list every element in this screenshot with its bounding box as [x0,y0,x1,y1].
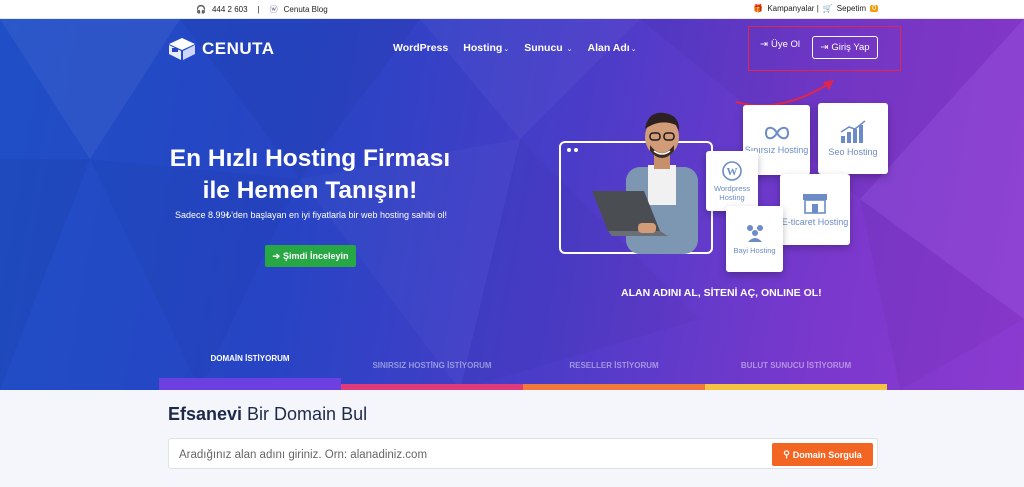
tab-label: DOMAİN İSTİYORUM [210,354,290,363]
tab-indicator [159,378,341,390]
phone-number[interactable]: 444 2 603 [212,5,248,14]
card-bayi-hosting[interactable]: Bayi Hosting [726,206,783,272]
headline-line-2: ile Hemen Tanışın! [202,177,418,204]
top-bar-left: 🎧 444 2 603 | ⓦ Cenuta Blog [196,4,328,15]
tab-indicator [705,384,887,390]
login-label: Giriş Yap [831,42,870,53]
product-tabs: DOMAİN İSTİYORUM SINIRSIZ HOSTİNG İSTİYO… [159,350,887,390]
wordpress-icon: ⓦ [269,5,278,14]
nav-item-hosting[interactable]: Hosting⌄ [463,42,509,54]
chart-growth-icon [840,119,866,143]
gift-icon: 🎁 [753,4,764,13]
nav-item-label: Alan Adı [587,42,630,54]
cta-label: Şimdi İnceleyin [283,251,349,261]
nav-item-label: Hosting [463,42,503,54]
domain-title-rest: Bir Domain Bul [242,404,368,424]
card-eticaret-hosting[interactable]: E-ticaret Hosting [780,174,850,245]
register-button[interactable]: ⇥ Üye Ol [760,39,800,50]
card-label: Bayi Hosting [733,246,776,255]
tab-label: RESELLER İSTİYORUM [569,361,659,370]
domain-title-bold: Efsanevi [168,404,243,424]
search-icon: ⚲ [783,449,790,459]
domain-search-label: Domain Sorgula [792,449,862,460]
campaigns-link[interactable]: Kampanyalar | [767,4,818,13]
hero-section: CENUTA WordPress Hosting⌄ Sunucu ⌄ Alan … [0,19,1024,390]
card-seo-hosting[interactable]: Seo Hosting [818,103,888,174]
tab-bulut-sunucu[interactable]: BULUT SUNUCU İSTİYORUM [705,350,887,390]
tab-reseller[interactable]: RESELLER İSTİYORUM [523,350,705,390]
cart-icon: 🛒 [822,4,833,13]
top-bar: 🎧 444 2 603 | ⓦ Cenuta Blog 🎁 Kampanyala… [0,0,1024,19]
tab-domain[interactable]: DOMAİN İSTİYORUM [159,350,341,390]
nav-item-alan-adi[interactable]: Alan Adı⌄ [588,42,637,54]
card-wordpress-hosting[interactable]: W Wordpress Hosting [706,151,758,211]
cta-button[interactable]: ➔ Şimdi İnceleyin [265,245,356,267]
main-nav: WordPress Hosting⌄ Sunucu ⌄ Alan Adı⌄ [393,42,637,54]
cube-logo-icon [169,38,195,60]
domain-search-title: Efsanevi Bir Domain Bul [168,404,367,425]
top-bar-right: 🎁 Kampanyalar | 🛒 Sepetim 0 [753,4,878,13]
blog-link[interactable]: Cenuta Blog [284,5,328,14]
domain-search-button[interactable]: ⚲ Domain Sorgula [772,443,873,466]
hero-subline: Sadece 8.99₺'den başlayan en iyi fiyatla… [174,210,448,220]
headset-icon: 🎧 [196,5,206,14]
card-label: Wordpress Hosting [713,183,751,202]
tab-label: SINIRSIZ HOSTİNG İSTİYORUM [372,361,492,370]
nav-item-wordpress[interactable]: WordPress [393,42,448,54]
arrow-right-icon: ➔ [272,250,280,261]
hero-slogan: ALAN ADINI AL, SİTENİ AÇ, ONLINE OL! [621,287,822,299]
sign-in-icon: ⇥ [820,42,829,53]
infinity-icon [764,126,789,140]
nav-item-sunucu[interactable]: Sunucu ⌄ [524,42,572,54]
card-label: E-ticaret Hosting [781,216,849,227]
nav-item-label: Sunucu [524,42,563,54]
users-icon [746,225,763,242]
sign-in-icon: ⇥ [760,39,768,50]
cart-link[interactable]: Sepetim [837,4,866,13]
tab-sinirsiz-hosting[interactable]: SINIRSIZ HOSTİNG İSTİYORUM [341,350,523,390]
domain-search-input[interactable] [179,446,759,463]
chevron-down-icon: ⌄ [630,46,637,53]
domain-search-box: ⚲ Domain Sorgula [168,438,878,469]
chevron-down-icon: ⌄ [503,46,510,53]
polygon-background [0,19,1024,390]
cenuta-logo[interactable]: CENUTA [168,37,275,61]
login-button[interactable]: ⇥ Giriş Yap [812,36,878,59]
top-bar-separator: | [257,5,260,14]
register-label: Üye Ol [770,39,801,50]
person-with-laptop-image [592,112,698,254]
chevron-down-icon: ⌄ [566,46,573,53]
hero-headline: En Hızlı Hosting Firması ile Hemen Tanış… [160,143,460,207]
logo-text: CENUTA [202,39,275,58]
tab-indicator [523,384,705,390]
headline-line-1: En Hızlı Hosting Firması [169,145,451,172]
browser-dots [567,148,578,152]
tab-indicator [341,384,523,390]
tab-label: BULUT SUNUCU İSTİYORUM [740,361,852,370]
cart-count-badge: 0 [870,5,878,12]
wordpress-icon: W [722,160,742,181]
card-label: Seo Hosting [828,146,878,157]
store-icon [803,193,827,214]
svg-text:W: W [727,166,738,178]
